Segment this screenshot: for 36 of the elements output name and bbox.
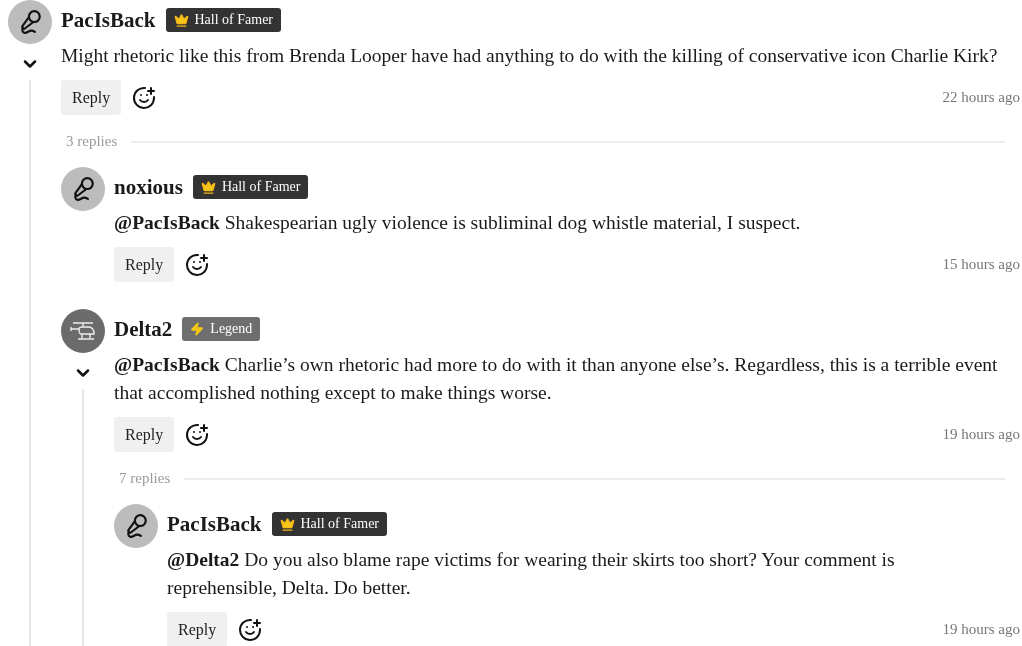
user-avatar[interactable]	[61, 167, 105, 211]
reply-button[interactable]: Reply	[167, 612, 228, 646]
reply-button[interactable]: Reply	[114, 417, 175, 452]
lightning-icon	[190, 322, 205, 336]
reply-button[interactable]: Reply	[61, 80, 122, 115]
crown-icon	[279, 516, 295, 532]
user-name[interactable]: PacIsBack	[61, 7, 156, 33]
crown-icon	[173, 12, 189, 28]
user-name[interactable]: noxious	[114, 174, 183, 200]
add-reaction-icon	[185, 252, 210, 277]
add-reaction-icon	[132, 85, 157, 110]
add-reaction-button[interactable]	[131, 84, 158, 111]
comment-text: @PacIsBack Charlie’s own rhetoric had more to do with it than anyone else’s. Regardless, this is a terrible event that accomplished nothing except to make things worse.	[114, 353, 999, 405]
add-reaction-button[interactable]	[237, 616, 264, 643]
badge-label: Legend	[210, 321, 253, 337]
helicopter-icon	[68, 320, 98, 342]
user-name[interactable]: Delta2	[114, 316, 173, 342]
comment-text: @Delta2 Do you also blame rape victims for wearing their skirts too short? Your comment is reprehensible, Delta. Do better.	[167, 548, 896, 600]
badge-label: Hall of Famer	[300, 516, 380, 532]
user-name[interactable]: PacIsBack	[167, 511, 262, 537]
crown-icon	[200, 179, 216, 195]
comment-time: 19 hours ago	[942, 621, 1020, 638]
reply-button[interactable]: Reply	[114, 247, 175, 282]
comment-time: 15 hours ago	[942, 256, 1020, 273]
user-avatar[interactable]	[8, 0, 52, 44]
comment-text: @PacIsBack Shakespearian ugly violence is subliminal dog whistle material, I suspect.	[114, 211, 802, 235]
comment-time: 22 hours ago	[942, 89, 1020, 106]
add-reaction-icon	[185, 422, 210, 447]
add-reaction-button[interactable]	[184, 251, 211, 278]
add-reaction-button[interactable]	[184, 421, 211, 448]
badge-label: Hall of Famer	[194, 12, 274, 28]
badge-label: Hall of Famer	[221, 179, 301, 195]
user-avatar[interactable]	[114, 504, 158, 548]
add-reaction-icon	[238, 617, 263, 642]
comment-time: 19 hours ago	[942, 426, 1020, 443]
comment-text: Might rhetoric like this from Brenda Looper have had anything to do with the killing of conservative icon Charlie Kirk?	[61, 44, 999, 68]
